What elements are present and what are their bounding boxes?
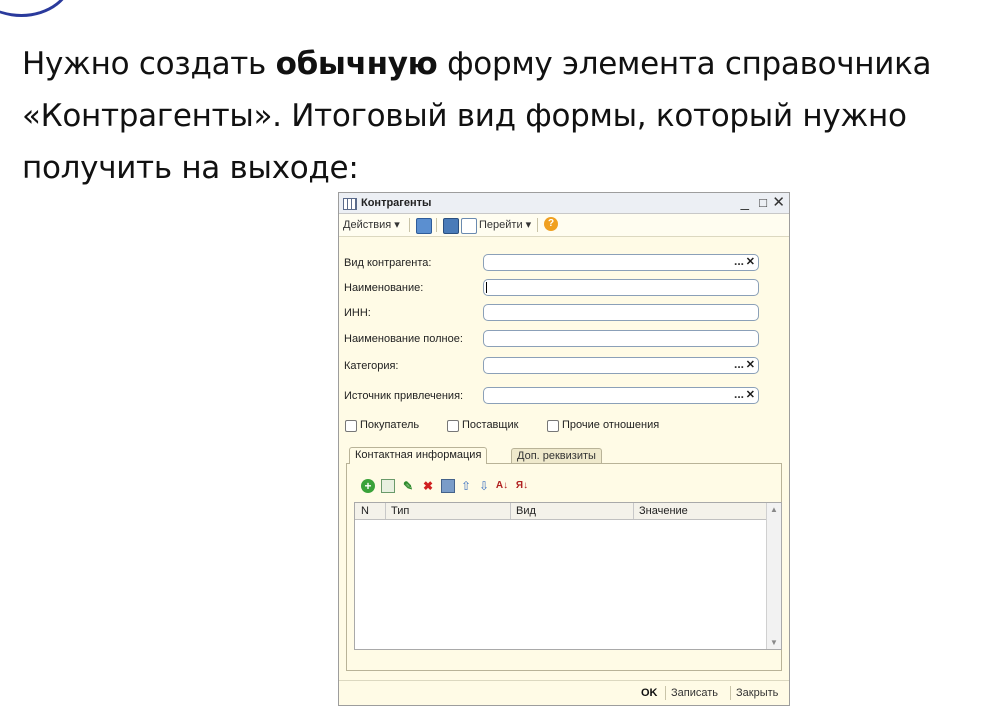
column-header-value[interactable]: Значение: [639, 505, 688, 517]
text-caret: [486, 282, 487, 293]
toolbar: Действия ▾ Перейти ▾ ?: [339, 214, 789, 237]
add-icon[interactable]: +: [361, 479, 375, 493]
category-field[interactable]: ... ✕: [483, 357, 759, 374]
source-field[interactable]: ... ✕: [483, 387, 759, 404]
intro-part1: Нужно создать: [22, 46, 276, 82]
scroll-down-icon[interactable]: ▼: [770, 638, 778, 647]
actions-menu[interactable]: Действия ▾: [343, 218, 400, 231]
decorative-arc: [0, 0, 73, 17]
clear-icon[interactable]: ✕: [746, 388, 755, 401]
help-icon[interactable]: ?: [544, 217, 558, 231]
tab-contact-info[interactable]: Контактная информация: [349, 447, 488, 464]
sort-desc-icon[interactable]: Я↓: [515, 479, 529, 493]
supplier-checkbox[interactable]: [447, 420, 459, 432]
delete-icon[interactable]: ✖: [421, 479, 435, 493]
label-category: Категория:: [344, 360, 399, 372]
vertical-scrollbar[interactable]: ▲ ▼: [766, 503, 781, 649]
choose-button[interactable]: ...: [734, 254, 744, 268]
toolbar-separator: [409, 218, 410, 232]
label-name: Наименование:: [344, 282, 424, 294]
toolbar-separator: [537, 218, 538, 232]
title-bar: Контрагенты _ □ ✕: [339, 193, 789, 214]
intro-bold: обычную: [275, 46, 438, 82]
close-button[interactable]: Закрыть: [736, 687, 778, 699]
form-icon: [343, 198, 357, 210]
window-title: Контрагенты: [361, 197, 432, 209]
inn-field[interactable]: [483, 304, 759, 321]
column-separator: [510, 503, 511, 519]
intro-text: Нужно создать обычную форму элемента спр…: [22, 38, 982, 194]
save-close-icon[interactable]: [416, 218, 432, 234]
column-header-type[interactable]: Тип: [391, 505, 409, 517]
goto-menu[interactable]: Перейти ▾: [479, 218, 531, 231]
name-field[interactable]: [483, 279, 759, 296]
tab-extra-attributes[interactable]: Доп. реквизиты: [511, 448, 602, 464]
ok-button[interactable]: OK: [641, 687, 658, 699]
footer-separator: [730, 686, 731, 700]
save-button[interactable]: Записать: [671, 687, 718, 699]
buyer-label: Покупатель: [360, 419, 420, 431]
contact-info-table[interactable]: N Тип Вид Значение ▲ ▼: [354, 502, 782, 650]
sort-asc-icon[interactable]: А↓: [495, 479, 509, 493]
label-inn: ИНН:: [344, 307, 371, 319]
clear-icon[interactable]: ✕: [746, 358, 755, 371]
clear-icon[interactable]: ✕: [746, 255, 755, 268]
toolbar-separator: [436, 218, 437, 232]
save-icon[interactable]: [441, 479, 455, 493]
supplier-label: Поставщик: [462, 419, 519, 431]
column-header-kind[interactable]: Вид: [516, 505, 536, 517]
label-source: Источник привлечения:: [344, 390, 464, 402]
edit-icon[interactable]: ✎: [401, 479, 415, 493]
choose-button[interactable]: ...: [734, 357, 744, 371]
label-full-name: Наименование полное:: [344, 333, 463, 345]
buyer-checkbox[interactable]: [345, 420, 357, 432]
other-relations-checkbox[interactable]: [547, 420, 559, 432]
label-kind: Вид контрагента:: [344, 257, 432, 269]
other-relations-label: Прочие отношения: [562, 419, 660, 431]
column-separator: [385, 503, 386, 519]
move-up-icon[interactable]: ⇧: [459, 479, 473, 493]
minimize-button[interactable]: _: [741, 194, 749, 212]
footer-separator: [665, 686, 666, 700]
maximize-button[interactable]: □: [759, 194, 767, 212]
close-window-button[interactable]: ✕: [772, 194, 785, 212]
choose-button[interactable]: ...: [734, 387, 744, 401]
column-separator: [633, 503, 634, 519]
kind-field[interactable]: ... ✕: [483, 254, 759, 271]
form-window: Контрагенты _ □ ✕ Действия ▾ Перейти ▾ ?…: [338, 192, 790, 706]
scroll-up-icon[interactable]: ▲: [770, 505, 778, 514]
column-header-n[interactable]: N: [361, 505, 369, 517]
table-header: N Тип Вид Значение: [355, 503, 767, 520]
move-down-icon[interactable]: ⇩: [477, 479, 491, 493]
form-footer: OK Записать Закрыть: [339, 680, 789, 705]
copy-document-icon[interactable]: [461, 218, 477, 234]
full-name-field[interactable]: [483, 330, 759, 347]
copy-icon[interactable]: [381, 479, 395, 493]
reread-icon[interactable]: [443, 218, 459, 234]
